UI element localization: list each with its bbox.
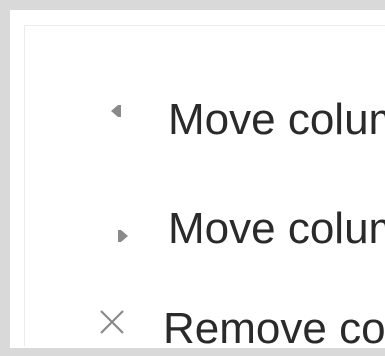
remove-column-label: Remove col	[163, 304, 385, 347]
move-column-left-label: Move colum	[168, 95, 385, 144]
move-column-right-label: Move colum	[168, 204, 385, 253]
context-menu-frame: Move colum Move colum Remove col	[0, 0, 385, 356]
move-column-right-menu-item[interactable]: Move colum	[25, 189, 385, 261]
column-context-menu: Move colum Move colum Remove col	[24, 25, 385, 346]
move-left-icon	[108, 80, 124, 117]
move-column-left-menu-item[interactable]: Move colum	[25, 80, 385, 152]
close-icon	[97, 298, 127, 334]
move-right-icon	[115, 205, 131, 242]
remove-column-menu-item[interactable]: Remove col	[25, 288, 385, 346]
